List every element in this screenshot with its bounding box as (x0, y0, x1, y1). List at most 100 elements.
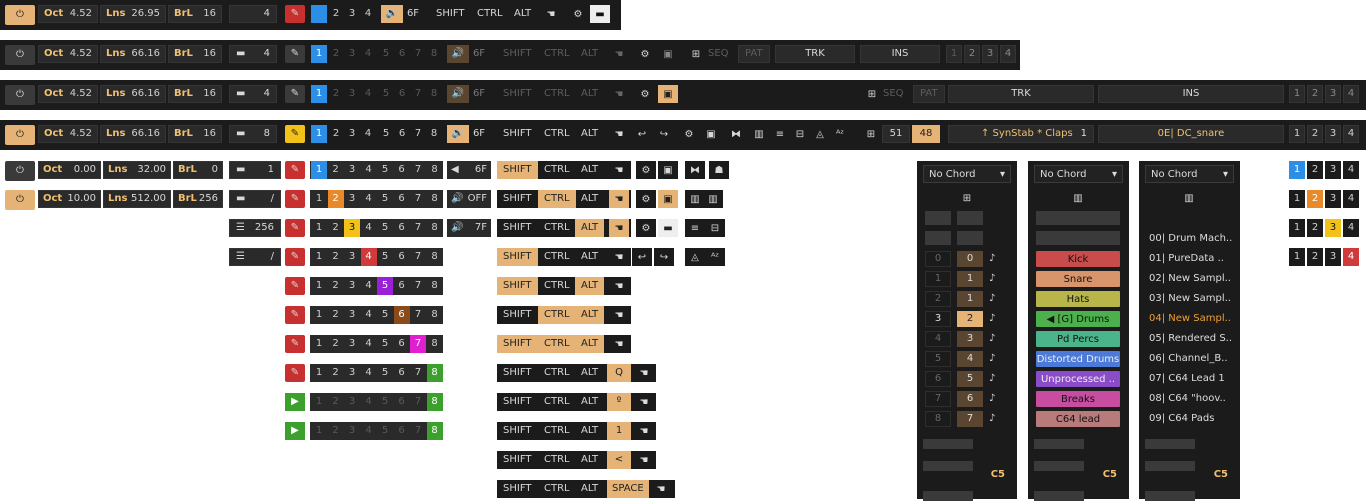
quad-1[interactable]: 1 (1289, 219, 1305, 237)
digit-2[interactable]: 2 (328, 306, 344, 324)
slider-track[interactable] (1145, 439, 1195, 449)
instrument-item[interactable]: Snare (1036, 271, 1120, 287)
ctrl-button[interactable]: CTRL (538, 393, 576, 411)
quad-1[interactable]: 1 (1289, 125, 1305, 143)
step-value[interactable]: 7 (957, 411, 983, 427)
quad-3[interactable]: 3 (1325, 219, 1341, 237)
digit-4[interactable]: 4 (361, 161, 377, 179)
quad-4[interactable]: 4 (1343, 161, 1359, 179)
step-field[interactable]: ☰ 256 (229, 219, 281, 237)
digit-8[interactable]: 8 (426, 364, 443, 382)
sample-item[interactable]: 04| New Sampl.. (1149, 313, 1231, 324)
quad-2[interactable]: 2 (1307, 161, 1323, 179)
digit-6[interactable]: 6 (394, 248, 410, 266)
quad-2[interactable]: 2 (1307, 219, 1323, 237)
play-icon[interactable]: ▶ (285, 393, 305, 411)
steps-active[interactable]: 48 (912, 125, 940, 143)
alt-button[interactable]: ALT (575, 306, 605, 324)
shift-button[interactable]: SHIFT (497, 248, 538, 266)
digit-8[interactable]: 8 (427, 306, 443, 324)
alt-button[interactable]: ALT (575, 219, 605, 237)
step-field[interactable]: ▬ 4 (229, 85, 277, 103)
digit-4[interactable]: 4 (360, 248, 377, 266)
ctrl-button[interactable]: CTRL (538, 335, 576, 353)
edit-pen-icon[interactable]: ✎ (285, 248, 305, 266)
alt-button[interactable]: ALT (575, 480, 604, 498)
digit-8[interactable]: 8 (427, 277, 443, 295)
digit-4[interactable]: 4 (360, 85, 376, 103)
digit-2[interactable]: 2 (328, 277, 344, 295)
edit-pen-icon[interactable]: ✎ (285, 85, 305, 103)
sample-item[interactable]: 00| Drum Mach.. (1149, 233, 1232, 244)
quad-2[interactable]: 2 (1307, 85, 1323, 103)
step-value[interactable]: 1 (957, 271, 983, 287)
digit-3[interactable]: 3 (344, 248, 360, 266)
edit-pen-icon[interactable]: ✎ (285, 45, 305, 63)
speaker-icon[interactable]: 🔊 (447, 85, 469, 103)
digit-2[interactable]: 2 (328, 335, 344, 353)
digit-5[interactable]: 5 (377, 277, 393, 295)
power-button[interactable]: ⏻ (5, 125, 35, 145)
digit-2[interactable]: 2 (328, 219, 344, 237)
alt-button[interactable]: ALT (575, 45, 604, 63)
quad-3[interactable]: 3 (982, 45, 998, 63)
digit-2[interactable]: 2 (328, 125, 344, 143)
step-field[interactable]: ▬ / (229, 190, 281, 208)
digit-8[interactable]: 8 (427, 335, 443, 353)
digit-7[interactable]: 7 (410, 161, 426, 179)
power-button[interactable]: ⏻ (5, 5, 35, 25)
speaker-icon[interactable]: 🔊 (381, 5, 403, 23)
track-slot[interactable]: ↑ SynStab * Claps 1 (948, 125, 1094, 143)
digit-3[interactable]: 3 (344, 335, 360, 353)
sample-item[interactable]: 01| PureData .. (1149, 253, 1224, 264)
step-value[interactable]: 1 (957, 291, 983, 307)
quad-4[interactable]: 4 (1343, 219, 1359, 237)
sequence-icon[interactable]: ≡ (685, 219, 705, 237)
instrument-item[interactable]: Pd Percs (1036, 331, 1120, 347)
hand-icon[interactable]: ☚ (634, 364, 654, 382)
key-label[interactable]: 1 (607, 422, 631, 440)
digit-7[interactable]: 7 (410, 85, 426, 103)
sample-item[interactable]: 06| Channel_B.. (1149, 353, 1228, 364)
alt-button[interactable]: ALT (575, 422, 604, 440)
grid-icon[interactable]: ⊞ (861, 125, 881, 143)
ctrl-button[interactable]: CTRL (538, 422, 576, 440)
shift-button[interactable]: SHIFT (497, 306, 538, 324)
quad-4[interactable]: 4 (1343, 248, 1359, 266)
digit-7[interactable]: 7 (410, 306, 426, 324)
shift-button[interactable]: SHIFT (497, 45, 538, 63)
digit-7[interactable]: 7 (410, 248, 426, 266)
digit-4[interactable]: 4 (361, 219, 377, 237)
ctrl-button[interactable]: CTRL (471, 5, 509, 23)
lns-field[interactable]: Lns 66.16 (100, 45, 166, 63)
brl-field[interactable]: BrL 16 (168, 85, 222, 103)
alt-button[interactable]: ALT (575, 190, 604, 208)
window-icon[interactable]: ▣ (658, 85, 678, 103)
digit-8[interactable]: 8 (426, 85, 442, 103)
digit-6[interactable]: 6 (394, 364, 410, 382)
alt-button[interactable]: ALT (575, 85, 604, 103)
pat-button[interactable]: PAT (738, 45, 770, 63)
digit-2[interactable]: 2 (328, 45, 344, 63)
window-icon[interactable]: ▣ (658, 190, 678, 208)
digit-4[interactable]: 4 (361, 277, 377, 295)
speaker-icon[interactable]: 🔊 (447, 45, 469, 63)
digit-8[interactable]: 8 (427, 248, 443, 266)
mixer-icon[interactable]: ⧓ (685, 161, 705, 179)
metronome-icon[interactable]: ◬ (685, 248, 705, 266)
hand-icon[interactable]: ☚ (609, 277, 629, 295)
digit-3[interactable]: 3 (344, 5, 360, 23)
gear-icon[interactable]: ⚙ (568, 5, 588, 23)
digit-1[interactable]: 1 (311, 422, 327, 440)
quad-3[interactable]: 3 (1325, 85, 1341, 103)
digit-4[interactable]: 4 (360, 5, 376, 23)
steps-field[interactable]: 51 (882, 125, 910, 143)
lns-field[interactable]: Lns 66.16 (100, 125, 166, 143)
digit-1[interactable]: 1 (311, 161, 327, 179)
quad-2[interactable]: 2 (1307, 248, 1323, 266)
undo-icon[interactable]: ↩ (632, 125, 652, 143)
shift-button[interactable]: SHIFT (497, 364, 538, 382)
digit-5[interactable]: 5 (377, 248, 393, 266)
window-icon[interactable]: ▣ (658, 45, 678, 63)
shift-button[interactable]: SHIFT (497, 219, 538, 237)
